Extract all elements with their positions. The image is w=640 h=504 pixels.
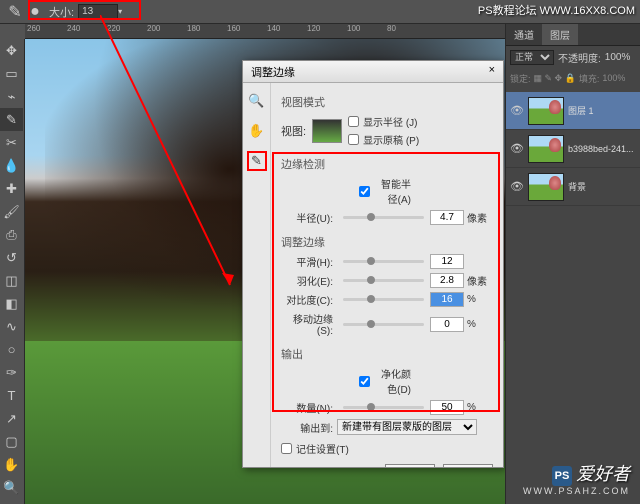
- annotation-highlight-top: [28, 0, 141, 20]
- text-tool[interactable]: T: [0, 384, 23, 407]
- tools-panel: ✥ ▭ ⌁ ✎ ✂ 💧 ✚ 🖌 ⎙ ↺ ◫ ◧ ∿ ○ ✑ T ↗ ▢ ✋ 🔍: [0, 39, 25, 504]
- quick-select-tool[interactable]: ✎: [0, 108, 23, 131]
- layer-item[interactable]: 👁 图层 1: [506, 92, 640, 130]
- tab-channels[interactable]: 通道: [506, 24, 542, 45]
- layers-list: 👁 图层 1 👁 b3988bed-241... 👁 背景: [506, 88, 640, 210]
- dialog-titlebar[interactable]: 调整边缘 ×: [243, 61, 503, 83]
- opacity-value[interactable]: 100%: [605, 52, 631, 63]
- show-original-checkbox[interactable]: 显示原稿 (P): [348, 132, 419, 147]
- output-to-select[interactable]: 新建带有图层蒙版的图层: [337, 419, 477, 435]
- horizontal-ruler: 26024022020018016014012010080: [25, 24, 505, 39]
- zoom-tool[interactable]: 🔍: [0, 476, 23, 499]
- watermark-top: PS教程论坛 WWW.16XX8.COM: [478, 2, 635, 18]
- dialog-title-text: 调整边缘: [251, 64, 295, 79]
- reset-button[interactable]: 复位: [443, 464, 493, 467]
- ok-button[interactable]: 确定: [385, 464, 435, 467]
- view-mode-group: 视图模式 视图: 显示半径 (J) 显示原稿 (P): [281, 91, 493, 147]
- healing-tool[interactable]: ✚: [0, 177, 23, 200]
- shape-tool[interactable]: ▢: [0, 430, 23, 453]
- show-radius-checkbox[interactable]: 显示半径 (J): [348, 114, 419, 129]
- remember-checkbox[interactable]: 记住设置(T): [281, 441, 493, 456]
- layer-item[interactable]: 👁 b3988bed-241...: [506, 130, 640, 168]
- zoom-icon[interactable]: 🔍: [247, 91, 267, 111]
- layer-item[interactable]: 👁 背景: [506, 168, 640, 206]
- panels-area: 通道 图层 正常 不透明度: 100% 锁定: ▦ ✎ ✥ 🔒 填充: 100%…: [505, 24, 640, 504]
- dialog-tool-strip: 🔍 ✋ ✎: [243, 83, 271, 467]
- gradient-tool[interactable]: ◧: [0, 292, 23, 315]
- stamp-tool[interactable]: ⎙: [0, 223, 23, 246]
- visibility-icon[interactable]: 👁: [510, 104, 524, 117]
- crop-tool[interactable]: ✂: [0, 131, 23, 154]
- brush-tool-icon[interactable]: ✎: [5, 2, 25, 22]
- eyedropper-tool[interactable]: 💧: [0, 154, 23, 177]
- layer-thumbnail[interactable]: [528, 97, 564, 125]
- close-icon[interactable]: ×: [489, 64, 495, 79]
- visibility-icon[interactable]: 👁: [510, 180, 524, 193]
- fill-value[interactable]: 100%: [602, 73, 625, 83]
- watermark-bottom: PS爱好者 WWW.PSAHZ.COM: [523, 460, 630, 496]
- blend-mode-select[interactable]: 正常: [510, 50, 554, 65]
- pen-tool[interactable]: ✑: [0, 361, 23, 384]
- lock-icons[interactable]: ▦ ✎ ✥ 🔒: [534, 73, 576, 84]
- view-mode-thumb[interactable]: [312, 119, 342, 143]
- lasso-tool[interactable]: ⌁: [0, 85, 23, 108]
- layer-thumbnail[interactable]: [528, 135, 564, 163]
- brush-tool[interactable]: 🖌: [0, 200, 23, 223]
- blur-tool[interactable]: ∿: [0, 315, 23, 338]
- move-tool[interactable]: ✥: [0, 39, 23, 62]
- annotation-highlight-dialog: [272, 152, 500, 412]
- visibility-icon[interactable]: 👁: [510, 142, 524, 155]
- tab-layers[interactable]: 图层: [542, 24, 578, 45]
- hand-tool[interactable]: ✋: [0, 453, 23, 476]
- dodge-tool[interactable]: ○: [0, 338, 23, 361]
- marquee-tool[interactable]: ▭: [0, 62, 23, 85]
- layer-thumbnail[interactable]: [528, 173, 564, 201]
- history-brush-tool[interactable]: ↺: [0, 246, 23, 269]
- refine-brush-icon[interactable]: ✎: [247, 151, 267, 171]
- hand-icon[interactable]: ✋: [247, 121, 267, 141]
- eraser-tool[interactable]: ◫: [0, 269, 23, 292]
- path-tool[interactable]: ↗: [0, 407, 23, 430]
